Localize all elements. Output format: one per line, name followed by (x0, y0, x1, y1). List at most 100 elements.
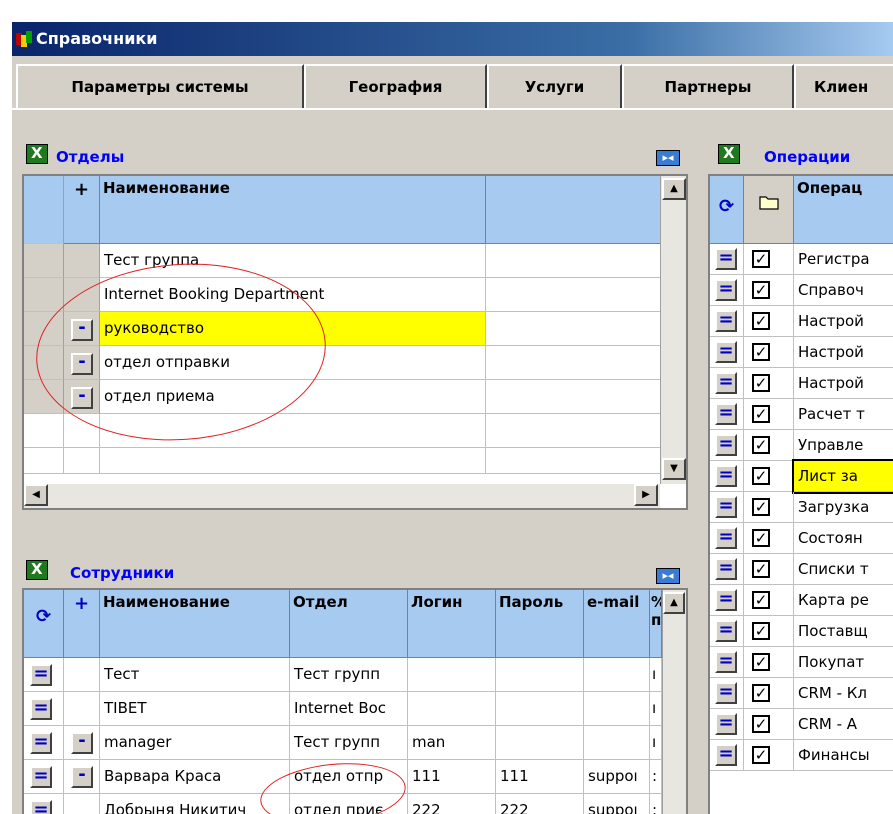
scroll-up-button[interactable]: ▲ (663, 592, 685, 614)
edit-employee-button[interactable]: = (30, 732, 52, 754)
operation-row-selected[interactable]: Лист за (792, 459, 893, 494)
add-employee-button[interactable]: + (64, 590, 100, 658)
column-header-password[interactable]: Пароль (496, 590, 584, 658)
employee-name[interactable]: manager (100, 726, 290, 760)
excel-export-icon[interactable] (718, 144, 740, 164)
operation-checkbox[interactable]: ✓ (752, 684, 770, 702)
edit-operation-button[interactable]: = (715, 682, 737, 704)
operation-row[interactable]: Настрой (794, 368, 893, 399)
edit-operation-button[interactable]: = (715, 248, 737, 270)
operation-row[interactable]: Покупат (794, 647, 893, 678)
remove-department-button[interactable]: - (71, 319, 93, 341)
refresh-icon[interactable]: ⟳ (24, 590, 64, 658)
operation-row[interactable]: Расчет т (794, 399, 893, 430)
operation-checkbox[interactable]: ✓ (752, 529, 770, 547)
scroll-left-button[interactable]: ◀ (24, 484, 48, 506)
operation-checkbox[interactable]: ✓ (752, 653, 770, 671)
column-header-operation[interactable]: Операц (794, 176, 893, 244)
remove-department-button[interactable]: - (71, 387, 93, 409)
employee-password[interactable]: 111 (496, 760, 584, 794)
employee-department[interactable]: Тест групп (290, 658, 408, 692)
scroll-down-button[interactable]: ▼ (662, 458, 686, 480)
employee-department[interactable]: Тест групп (290, 726, 408, 760)
employee-percent[interactable]: : (650, 794, 662, 814)
edit-operation-button[interactable]: = (715, 403, 737, 425)
employee-department[interactable]: отдел отпр (290, 760, 408, 794)
edit-operation-button[interactable]: = (715, 310, 737, 332)
employees-vscroll[interactable]: ▲ (662, 590, 686, 814)
edit-operation-button[interactable]: = (715, 558, 737, 580)
department-row[interactable]: Тест группа (100, 244, 486, 278)
operation-checkbox[interactable]: ✓ (752, 715, 770, 733)
operation-row[interactable]: CRM - Кл (794, 678, 893, 709)
operation-checkbox[interactable]: ✓ (752, 312, 770, 330)
operation-checkbox[interactable]: ✓ (752, 281, 770, 299)
edit-operation-button[interactable]: = (715, 620, 737, 642)
operation-row[interactable]: Управле (794, 430, 893, 461)
edit-operation-button[interactable]: = (715, 372, 737, 394)
employee-login[interactable]: 222 (408, 794, 496, 814)
department-row-selected[interactable]: руководство (100, 312, 486, 346)
edit-employee-button[interactable]: = (30, 800, 52, 814)
operation-checkbox[interactable]: ✓ (752, 343, 770, 361)
operation-row[interactable]: Карта ре (794, 585, 893, 616)
employee-name[interactable]: Добрыня Никитич (100, 794, 290, 814)
edit-employee-button[interactable]: = (30, 698, 52, 720)
add-department-button[interactable]: + (64, 176, 100, 244)
departments-hscroll[interactable]: ◀ ▶ (24, 484, 660, 508)
edit-operation-button[interactable]: = (715, 651, 737, 673)
operation-checkbox[interactable]: ✓ (752, 250, 770, 268)
department-row[interactable]: отдел приема (100, 380, 486, 414)
edit-employee-button[interactable]: = (30, 766, 52, 788)
excel-export-icon[interactable] (26, 144, 48, 164)
edit-operation-button[interactable]: = (715, 465, 737, 487)
employee-login[interactable] (408, 692, 496, 726)
edit-operation-button[interactable]: = (715, 434, 737, 456)
employee-name[interactable]: Тест (100, 658, 290, 692)
operation-row[interactable]: CRM - А (794, 709, 893, 740)
remove-employee-button[interactable]: - (71, 732, 93, 754)
edit-employee-button[interactable]: = (30, 664, 52, 686)
operation-row[interactable]: Регистра (794, 244, 893, 275)
employee-login[interactable]: man (408, 726, 496, 760)
employee-password[interactable] (496, 726, 584, 760)
employee-department[interactable]: отдел приє (290, 794, 408, 814)
employee-password[interactable] (496, 692, 584, 726)
employee-password[interactable] (496, 658, 584, 692)
operation-row[interactable]: Поставщ (794, 616, 893, 647)
employee-login[interactable]: 111 (408, 760, 496, 794)
column-header-percent[interactable]: % п (650, 590, 662, 658)
operation-checkbox[interactable]: ✓ (752, 560, 770, 578)
column-header-name[interactable]: Наименование (100, 590, 290, 658)
operation-checkbox[interactable]: ✓ (752, 746, 770, 764)
department-row[interactable]: отдел отправки (100, 346, 486, 380)
edit-operation-button[interactable]: = (715, 713, 737, 735)
column-header-name[interactable]: Наименование (100, 176, 486, 244)
operation-checkbox[interactable]: ✓ (752, 405, 770, 423)
tab-services[interactable]: Услуги (487, 64, 622, 108)
employee-percent[interactable]: ı (650, 726, 662, 760)
operation-checkbox[interactable]: ✓ (752, 622, 770, 640)
operation-row[interactable]: Настрой (794, 337, 893, 368)
tab-clients[interactable]: Клиен (794, 64, 893, 108)
operation-row[interactable]: Состоян (794, 523, 893, 554)
operation-checkbox[interactable]: ✓ (752, 467, 770, 485)
employee-percent[interactable]: : (650, 760, 662, 794)
employee-name[interactable]: TIBET (100, 692, 290, 726)
operation-row[interactable]: Настрой (794, 306, 893, 337)
employee-password[interactable]: 222 (496, 794, 584, 814)
tab-system-params[interactable]: Параметры системы (16, 64, 304, 108)
edit-operation-button[interactable]: = (715, 496, 737, 518)
expand-icon[interactable]: ▸◂ (656, 150, 680, 166)
operation-checkbox[interactable]: ✓ (752, 591, 770, 609)
column-header-login[interactable]: Логин (408, 590, 496, 658)
remove-employee-button[interactable]: - (71, 766, 93, 788)
refresh-icon[interactable]: ⟳ (710, 176, 744, 244)
operation-checkbox[interactable]: ✓ (752, 374, 770, 392)
employee-email[interactable]: suppoı (584, 794, 650, 814)
remove-department-button[interactable]: - (71, 353, 93, 375)
folder-icon[interactable] (744, 176, 794, 244)
edit-operation-button[interactable]: = (715, 279, 737, 301)
departments-vscroll[interactable]: ▲ ▼ (660, 176, 686, 484)
operation-row[interactable]: Загрузка (794, 492, 893, 523)
